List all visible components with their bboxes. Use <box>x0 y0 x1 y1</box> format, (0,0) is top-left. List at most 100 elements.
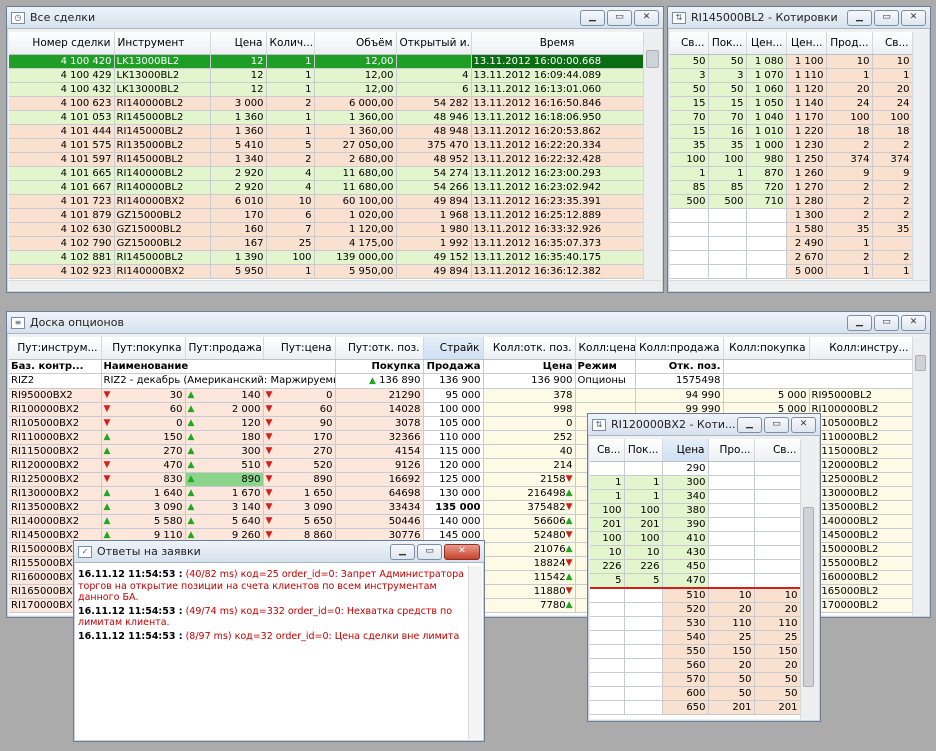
quote-row[interactable]: 500 500 710 1 280 2 2 <box>670 194 912 209</box>
deal-row[interactable]: 4 100 623 RI140000BL2 3 000 2 6 000,00 54 282… <box>9 96 643 111</box>
quote-row[interactable]: 50 50 1 060 1 120 20 20 <box>670 82 912 97</box>
board-vscrollbar[interactable] <box>912 337 928 615</box>
column-header[interactable]: Св... <box>590 439 625 462</box>
deal-row[interactable]: 4 101 879 GZ15000BL2 170 6 1 020,00 1 968 13.1… <box>9 208 643 223</box>
quote-row[interactable]: 1 300 2 2 <box>670 208 912 223</box>
deal-row[interactable]: 4 101 723 RI140000BX2 6 010 10 60 100,00 49 8… <box>9 194 643 209</box>
quote-row[interactable]: 1 580 35 35 <box>670 222 912 237</box>
quote-row[interactable]: 35 35 1 000 1 230 2 2 <box>670 138 912 153</box>
column-header[interactable]: Страйк <box>423 337 484 360</box>
column-header[interactable]: Про... <box>708 439 755 462</box>
deal-row[interactable]: 4 100 420 LK13000BL2 12 1 12,00 13.11.2012 16… <box>9 54 643 69</box>
answers-vscrollbar[interactable] <box>468 566 482 739</box>
quote-row[interactable]: 201 201 390 <box>590 517 800 532</box>
maximize-button[interactable]: ▭ <box>417 543 442 560</box>
quote-row[interactable]: 100 100 980 1 250 374 374 <box>670 152 912 167</box>
quote-row[interactable]: 650 201 201 <box>590 700 800 715</box>
column-header[interactable]: Номер сделки <box>9 32 115 55</box>
answers-titlebar[interactable]: ✓ Ответы на заявки ▁ ▭ ✕ <box>74 541 484 563</box>
column-header[interactable]: Пок... <box>708 32 747 55</box>
column-header[interactable]: Пок... <box>624 439 663 462</box>
deal-row[interactable]: 4 101 575 RI135000BL2 5 410 5 27 050,00 375 4… <box>9 138 643 153</box>
deal-row[interactable]: 4 101 053 RI145000BL2 1 360 1 1 360,00 48 946… <box>9 110 643 125</box>
column-header[interactable]: Пут:покупка <box>101 337 186 360</box>
deal-row[interactable]: 4 100 432 LK13000BL2 12 1 12,00 6 13.11.2012 1… <box>9 82 643 97</box>
deals-vscrollbar[interactable] <box>643 32 661 280</box>
column-header[interactable]: Цена <box>662 439 709 462</box>
column-header[interactable]: Время <box>471 32 643 55</box>
deal-row[interactable]: 4 101 665 RI140000BL2 2 920 4 11 680,00 54 27… <box>9 166 643 181</box>
column-header[interactable]: Пут:цена <box>263 337 336 360</box>
column-header[interactable]: Колич... <box>266 32 315 55</box>
quote-row[interactable]: 70 70 1 040 1 170 100 100 <box>670 110 912 125</box>
minimize-button[interactable]: ▁ <box>580 9 605 26</box>
deals-hscrollbar[interactable] <box>9 280 661 290</box>
deal-row[interactable]: 4 101 597 RI145000BL2 1 340 2 2 680,00 48 952… <box>9 152 643 167</box>
minimize-button[interactable]: ▁ <box>847 314 872 331</box>
column-header[interactable]: Пут:отк. поз. <box>335 337 424 360</box>
minimize-button[interactable]: ▁ <box>390 543 415 560</box>
quote-row[interactable]: 600 50 50 <box>590 686 800 701</box>
column-header[interactable]: Инструмент <box>114 32 211 55</box>
column-header[interactable]: Открытый и... <box>396 32 472 55</box>
deal-row[interactable]: 4 102 630 GZ15000BL2 160 7 1 120,00 1 980 13.1… <box>9 222 643 237</box>
quotes2-grid[interactable]: Св... Пок... Цена Про... Св... 290 1 1 300 1 1 340 1… <box>590 439 800 719</box>
close-button[interactable]: ✕ <box>444 543 480 560</box>
column-header[interactable]: Колл:отк. поз. <box>483 337 576 360</box>
column-header[interactable]: Пут:продажа <box>185 337 264 360</box>
board-titlebar[interactable]: ≡ Доска опционов ▁ ▭ ✕ <box>7 312 930 334</box>
quote-row[interactable]: 570 50 50 <box>590 672 800 687</box>
quote-row[interactable]: 100 100 410 <box>590 531 800 546</box>
quote-row[interactable]: 10 10 430 <box>590 545 800 560</box>
quote-row[interactable]: 2 670 2 2 <box>670 250 912 265</box>
maximize-button[interactable]: ▭ <box>874 314 899 331</box>
quote-row[interactable]: 510 10 10 <box>590 586 800 603</box>
deal-row[interactable]: 4 101 667 RI140000BL2 2 920 4 11 680,00 54 26… <box>9 180 643 195</box>
deal-row[interactable]: 4 100 429 LK13000BL2 12 1 12,00 4 13.11.2012 1… <box>9 68 643 83</box>
deal-row[interactable]: 4 102 923 RI140000BX2 5 950 1 5 950,00 49 894… <box>9 264 643 279</box>
close-button[interactable]: ✕ <box>901 314 926 331</box>
column-header[interactable]: Колл:инстру... <box>809 337 912 360</box>
column-header[interactable]: Пут:инструм... <box>9 337 102 360</box>
quote-row[interactable]: 550 150 150 <box>590 644 800 659</box>
close-button[interactable]: ✕ <box>634 9 659 26</box>
quote-row[interactable]: 540 25 25 <box>590 630 800 645</box>
deal-row[interactable]: 4 102 881 RI145000BL2 1 390 100 139 000,00 49… <box>9 250 643 265</box>
quotes2-titlebar[interactable]: ⇅ RI120000BX2 - Коти... ▁ ▭ ✕ <box>588 414 820 436</box>
quote-row[interactable]: 1 1 300 <box>590 475 800 490</box>
quote-row[interactable]: 85 85 720 1 270 2 2 <box>670 180 912 195</box>
quote-row[interactable]: 5 5 470 <box>590 573 800 588</box>
quote-row[interactable]: 331 070 1 110 1 1 <box>670 68 912 83</box>
minimize-button[interactable]: ▁ <box>847 9 872 26</box>
column-header[interactable]: Колл:продажа <box>635 337 724 360</box>
quotes1-vscrollbar[interactable] <box>912 32 928 280</box>
column-header[interactable]: Колл:покупка <box>723 337 810 360</box>
quotes1-grid[interactable]: Св... Пок... Цен... Цен... Прод... Св... 50 50 1… <box>670 32 912 280</box>
quote-row[interactable]: 50 50 1 080 1 100 10 10 <box>670 54 912 69</box>
minimize-button[interactable]: ▁ <box>737 416 762 433</box>
quote-row[interactable]: 290 <box>590 461 800 476</box>
quote-row[interactable]: 1 1 870 1 260 9 9 <box>670 166 912 181</box>
close-button[interactable]: ✕ <box>901 9 926 26</box>
close-button[interactable]: ✕ <box>791 416 816 433</box>
quote-row[interactable]: 1 1 340 <box>590 489 800 504</box>
quote-row[interactable]: 100 100 380 <box>590 503 800 518</box>
deals-titlebar[interactable]: ◷ Все сделки ▁ ▭ ✕ <box>7 7 663 29</box>
quotes2-vscrollbar[interactable] <box>800 439 816 719</box>
quote-row[interactable]: 5 000 1 1 <box>670 264 912 279</box>
quote-row[interactable]: 15 15 1 050 1 140 24 24 <box>670 96 912 111</box>
column-header[interactable]: Цен... <box>786 32 827 55</box>
column-header[interactable]: Цен... <box>746 32 787 55</box>
column-header[interactable]: Колл:цена <box>575 337 636 360</box>
quote-row[interactable]: 560 20 20 <box>590 658 800 673</box>
quote-row[interactable]: 2 490 1 <box>670 236 912 251</box>
quotes1-hscrollbar[interactable] <box>670 280 928 290</box>
column-header[interactable]: Св... <box>670 32 709 55</box>
quotes1-titlebar[interactable]: ⇅ RI145000BL2 - Котировки ▁ ▭ ✕ <box>668 7 930 29</box>
deal-row[interactable]: 4 102 790 GZ15000BL2 167 25 4 175,00 1 992 13.… <box>9 236 643 251</box>
quote-row[interactable]: 520 20 20 <box>590 602 800 617</box>
quote-row[interactable]: 15 16 1 010 1 220 18 18 <box>670 124 912 139</box>
column-header[interactable]: Прод... <box>826 32 873 55</box>
deals-grid[interactable]: Номер сделки Инструмент Цена Колич... Объём О… <box>9 32 643 280</box>
maximize-button[interactable]: ▭ <box>874 9 899 26</box>
